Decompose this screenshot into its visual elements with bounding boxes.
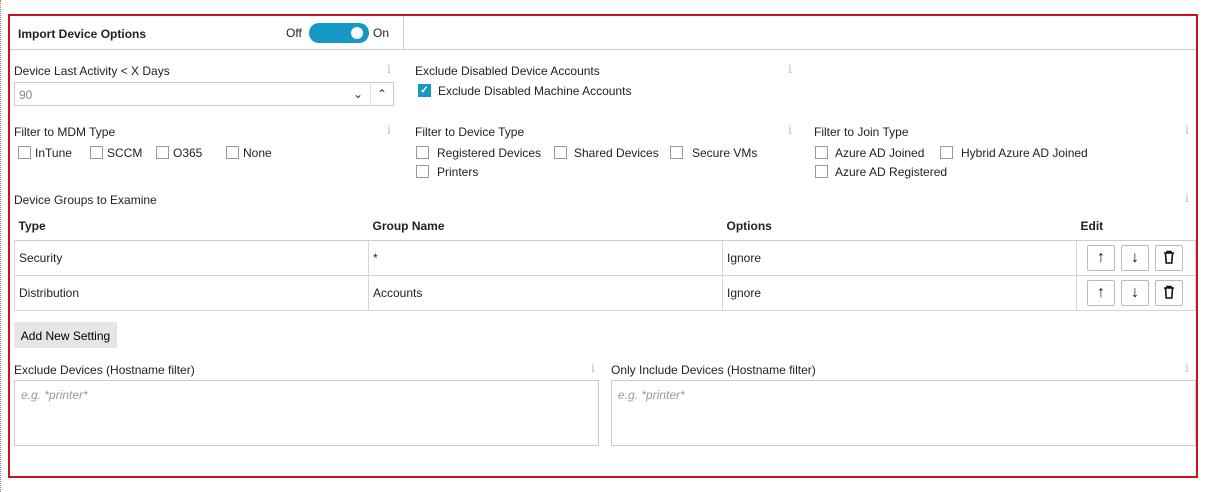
registered-devices-label: Registered Devices [437, 146, 542, 160]
info-icon: i [387, 62, 391, 76]
table-header-row: Type Group Name Options Edit [14, 212, 1196, 241]
mdm-o365-checkbox[interactable] [156, 146, 169, 159]
cell-edit: ↑ ↓ [1076, 275, 1196, 311]
column-header-group-name: Group Name [368, 212, 723, 241]
secure-vms-checkbox[interactable] [670, 146, 683, 159]
printers-checkbox[interactable] [416, 165, 429, 178]
exclude-devices-textarea[interactable]: e.g. *printer* [14, 380, 599, 446]
secure-vms-label: Secure VMs [692, 146, 758, 160]
import-device-options-panel: Import Device Options Off On Device Last… [8, 14, 1198, 478]
device-type-filter-label: Filter to Device Type [415, 125, 525, 139]
delete-button[interactable] [1155, 245, 1183, 271]
cell-group-name[interactable]: Accounts [368, 275, 723, 311]
printers-label: Printers [437, 165, 479, 179]
import-toggle-switch[interactable] [309, 23, 369, 43]
info-icon: i [1185, 123, 1189, 137]
activity-label: Device Last Activity < X Days [14, 64, 170, 78]
left-dotted-guide [0, 0, 2, 492]
azure-ad-registered-checkbox[interactable] [815, 165, 828, 178]
cell-group-name[interactable]: * [368, 240, 723, 276]
info-icon: i [1185, 361, 1189, 375]
move-up-button[interactable]: ↑ [1087, 280, 1115, 306]
mdm-none-label: None [243, 146, 272, 160]
cell-edit: ↑ ↓ [1076, 240, 1196, 276]
cell-type: Security [14, 240, 369, 276]
section-title: Import Device Options [18, 27, 147, 41]
move-down-button[interactable]: ↓ [1121, 245, 1149, 271]
device-groups-table: Type Group Name Options Edit Security * … [14, 212, 1196, 311]
trash-icon [1164, 285, 1174, 299]
activity-days-input[interactable]: 90 ⌄ ⌃ [14, 82, 394, 106]
info-icon: i [1185, 191, 1189, 205]
toggle-on-label: On [373, 26, 390, 40]
mdm-filter-label: Filter to MDM Type [14, 125, 116, 139]
hybrid-azure-ad-joined-checkbox[interactable] [940, 146, 953, 159]
add-new-setting-button[interactable]: Add New Setting [14, 322, 117, 348]
column-header-type: Type [14, 212, 369, 241]
delete-button[interactable] [1155, 280, 1183, 306]
azure-ad-joined-label: Azure AD Joined [835, 146, 925, 160]
info-icon: i [591, 361, 595, 375]
column-header-edit: Edit [1076, 212, 1196, 241]
exclude-disabled-checkbox-label: Exclude Disabled Machine Accounts [438, 84, 632, 98]
mdm-none-checkbox[interactable] [226, 146, 239, 159]
exclude-devices-label: Exclude Devices (Hostname filter) [14, 363, 195, 377]
exclude-disabled-checkbox[interactable]: ✓ [418, 84, 431, 97]
cell-type: Distribution [14, 275, 369, 311]
shared-devices-label: Shared Devices [574, 146, 659, 160]
join-type-filter-label: Filter to Join Type [814, 125, 909, 139]
include-devices-textarea[interactable]: e.g. *printer* [611, 380, 1196, 446]
exclude-disabled-label: Exclude Disabled Device Accounts [415, 64, 600, 78]
registered-devices-checkbox[interactable] [416, 146, 429, 159]
mdm-o365-label: O365 [173, 146, 203, 160]
info-icon: i [387, 123, 391, 137]
shared-devices-checkbox[interactable] [554, 146, 567, 159]
spin-down-icon[interactable]: ⌄ [347, 83, 369, 105]
exclude-devices-placeholder: e.g. *printer* [21, 388, 88, 402]
info-icon: i [788, 123, 792, 137]
device-groups-label: Device Groups to Examine [14, 193, 157, 207]
cell-options[interactable]: Ignore [722, 275, 1077, 311]
azure-ad-registered-label: Azure AD Registered [835, 165, 948, 179]
spin-up-icon[interactable]: ⌃ [370, 83, 393, 105]
header-divider [404, 49, 1196, 50]
toggle-off-label: Off [286, 26, 302, 40]
trash-icon [1164, 250, 1174, 264]
mdm-sccm-checkbox[interactable] [90, 146, 103, 159]
mdm-sccm-label: SCCM [107, 146, 143, 160]
move-down-button[interactable]: ↓ [1121, 280, 1149, 306]
info-icon: i [788, 62, 792, 76]
column-header-options: Options [722, 212, 1077, 241]
mdm-intune-label: InTune [35, 146, 72, 160]
include-devices-label: Only Include Devices (Hostname filter) [611, 363, 816, 377]
hybrid-azure-ad-joined-label: Hybrid Azure AD Joined [961, 146, 1088, 160]
mdm-intune-checkbox[interactable] [18, 146, 31, 159]
include-devices-placeholder: e.g. *printer* [618, 388, 685, 402]
toggle-knob [351, 27, 363, 39]
activity-days-value: 90 [19, 88, 33, 102]
table-row: Distribution Accounts Ignore ↑ ↓ [14, 275, 1196, 311]
move-up-button[interactable]: ↑ [1087, 245, 1115, 271]
azure-ad-joined-checkbox[interactable] [815, 146, 828, 159]
table-row: Security * Ignore ↑ ↓ [14, 240, 1196, 276]
cell-options[interactable]: Ignore [722, 240, 1077, 276]
